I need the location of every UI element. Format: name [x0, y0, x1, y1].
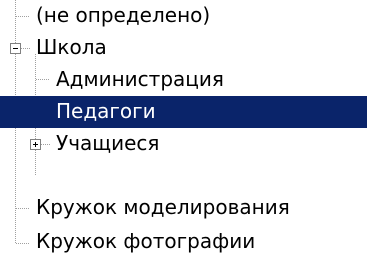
tree-node-photo-club[interactable]: Кружок фотографии: [32, 226, 332, 258]
tree-node-label: (не определено): [36, 3, 211, 27]
tree-node-undefined[interactable]: (не определено): [32, 0, 232, 32]
tree-node-modeling-club[interactable]: Кружок моделирования: [32, 192, 362, 224]
tree-node-students[interactable]: Учащиеся: [52, 128, 212, 160]
tree-node-administration[interactable]: Администрация: [52, 64, 302, 96]
tree-node-label: Кружок фотографии: [36, 229, 256, 253]
tree-node-label: Администрация: [56, 67, 224, 91]
tree-node-school[interactable]: Школа: [32, 32, 152, 64]
collapse-toggle-icon[interactable]: [10, 43, 21, 54]
tree-view[interactable]: (не определено) Школа Администрация Педа…: [0, 0, 367, 254]
expand-toggle-icon[interactable]: [30, 139, 41, 150]
tree-node-label: Педагоги: [56, 99, 156, 123]
tree-node-teachers[interactable]: Педагоги: [0, 96, 367, 128]
tree-node-label: Школа: [36, 35, 107, 59]
tree-node-label: Учащиеся: [56, 131, 160, 155]
tree-node-label: Кружок моделирования: [36, 195, 290, 219]
